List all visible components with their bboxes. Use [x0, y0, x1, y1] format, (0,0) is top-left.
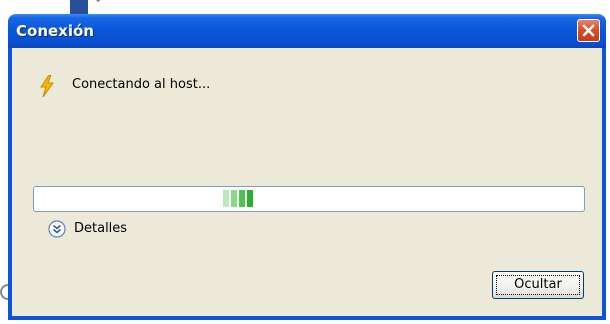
background-window-fragment — [62, 0, 132, 14]
details-toggle-label[interactable]: Detalles — [74, 221, 127, 236]
chevron-down-circle-icon[interactable] — [48, 220, 66, 238]
connection-dialog: Conexión Conectando al host... Detalles — [8, 14, 606, 320]
progress-bar — [33, 186, 585, 212]
background-window-edge — [0, 278, 10, 304]
hide-button-label: Ocultar — [514, 277, 562, 292]
hide-button[interactable]: Ocultar — [492, 271, 584, 299]
dialog-title: Conexión — [16, 22, 94, 40]
dialog-body: Conectando al host... Detalles Ocultar — [12, 48, 602, 316]
close-icon — [582, 24, 595, 37]
status-text: Conectando al host... — [72, 77, 211, 92]
progress-marquee — [223, 190, 253, 207]
background-window-bar — [70, 0, 88, 14]
close-button[interactable] — [577, 19, 600, 42]
background-window-stroke — [96, 0, 115, 3]
lightning-bolt-icon — [40, 75, 54, 97]
title-bar[interactable]: Conexión — [8, 14, 606, 48]
